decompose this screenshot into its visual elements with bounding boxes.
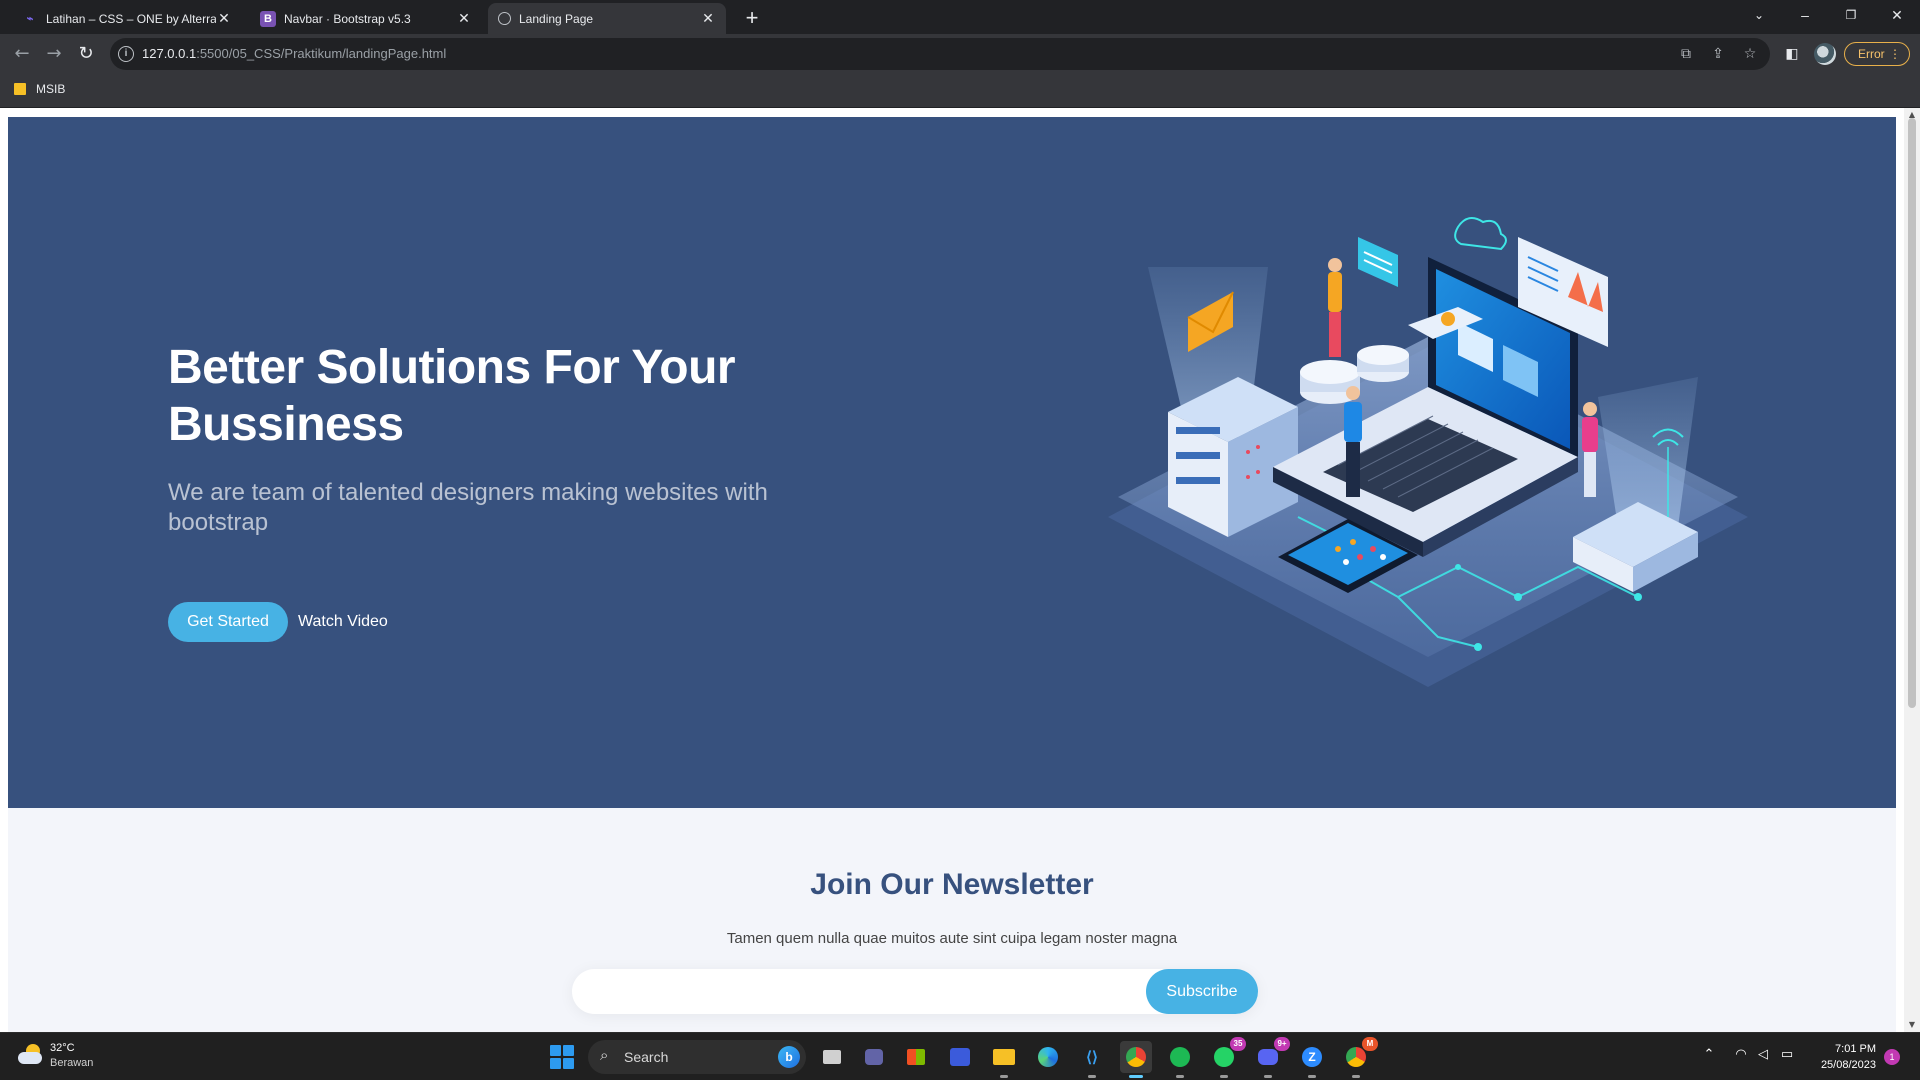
translate-icon[interactable]: ⧉ xyxy=(1676,44,1696,64)
chevron-up-icon[interactable]: ⌃ xyxy=(1700,1047,1718,1062)
newsletter-title: Join Our Newsletter xyxy=(810,868,1094,901)
tab-title: Latihan – CSS – ONE by Alterra Academy xyxy=(46,11,216,26)
url-path: :5500/05_CSS/Praktikum/landingPage.html xyxy=(196,46,447,61)
side-panel-icon[interactable]: ◧ xyxy=(1782,44,1802,64)
visual-studio-icon[interactable] xyxy=(944,1041,976,1073)
newsletter-email-input[interactable] xyxy=(588,975,1108,1008)
restore-button[interactable]: ❐ xyxy=(1828,0,1874,30)
task-view-icon[interactable] xyxy=(816,1041,848,1073)
tab-title: Landing Page xyxy=(519,11,594,26)
weather-desc: Berawan xyxy=(50,1057,94,1069)
newsletter-form: Subscribe xyxy=(572,969,1258,1014)
hero-subtitle: We are team of talented designers making… xyxy=(168,479,768,536)
get-started-button[interactable]: Get Started xyxy=(168,602,288,642)
reload-icon[interactable]: ↻ xyxy=(72,40,100,68)
spotify-icon[interactable] xyxy=(1164,1041,1196,1078)
newsletter-subtitle: Tamen quem nulla quae muitos aute sint c… xyxy=(726,930,1178,947)
tab-strip: ⌁ Latihan – CSS – ONE by Alterra Academy… xyxy=(0,0,1920,34)
battery-icon[interactable]: ▭ xyxy=(1778,1047,1796,1062)
alterra-icon: ⌁ xyxy=(26,13,34,25)
bookmark-msib[interactable]: MSIB xyxy=(14,82,65,96)
close-icon[interactable]: ✕ xyxy=(456,10,472,27)
cloudy-weather-icon xyxy=(16,1042,44,1070)
microsoft-store-icon[interactable] xyxy=(900,1041,932,1073)
notification-badge[interactable]: 1 xyxy=(1884,1049,1900,1065)
edge-icon[interactable] xyxy=(1032,1041,1064,1073)
search-label: Search xyxy=(624,1049,669,1065)
scroll-down-icon[interactable]: ▼ xyxy=(1904,1018,1920,1032)
chrome-profile-badge: M xyxy=(1362,1037,1378,1051)
chrome-icon[interactable] xyxy=(1120,1041,1152,1078)
taskbar-search[interactable]: ⌕ Search b xyxy=(588,1040,806,1074)
tab-search-icon[interactable]: ⌄ xyxy=(1736,0,1782,30)
file-explorer-icon[interactable] xyxy=(988,1041,1020,1078)
bing-icon[interactable]: b xyxy=(778,1046,800,1068)
hero-section: Better Solutions For Your Bussiness We a… xyxy=(8,117,1896,808)
scrollbar-thumb[interactable] xyxy=(1908,118,1916,708)
chrome-profile-icon[interactable]: M xyxy=(1340,1037,1378,1078)
url-text[interactable]: 127.0.0.1:5500/05_CSS/Praktikum/landingP… xyxy=(142,46,446,61)
close-window-button[interactable]: ✕ xyxy=(1874,0,1920,30)
weather-temp: 32°C xyxy=(50,1042,75,1054)
bookmarks-bar: MSIB xyxy=(0,74,1920,108)
newsletter-section: Join Our Newsletter Tamen quem nulla qua… xyxy=(8,808,1896,1032)
weather-widget[interactable]: 32°C Berawan xyxy=(16,1041,93,1071)
page-viewport: Better Solutions For Your Bussiness We a… xyxy=(0,108,1920,1032)
volume-icon[interactable]: ◁ xyxy=(1754,1047,1772,1062)
hero-illustration xyxy=(1108,217,1748,687)
more-icon: ⋮ xyxy=(1889,47,1901,61)
address-bar[interactable]: i 127.0.0.1:5500/05_CSS/Praktikum/landin… xyxy=(110,38,1770,70)
discord-badge: 9+ xyxy=(1274,1037,1290,1051)
vscode-icon[interactable]: ⟨⟩ xyxy=(1076,1041,1108,1078)
wifi-icon[interactable]: ◠ xyxy=(1732,1047,1750,1062)
bootstrap-icon: B xyxy=(260,10,276,27)
tab-landing-page[interactable]: Landing Page ✕ xyxy=(488,3,726,34)
tab-bootstrap[interactable]: B Navbar · Bootstrap v5.3 ✕ xyxy=(250,3,482,34)
minimize-button[interactable]: – xyxy=(1782,0,1828,30)
teams-chat-icon[interactable] xyxy=(858,1041,890,1073)
folder-icon xyxy=(14,83,26,95)
back-icon[interactable]: ← xyxy=(8,40,36,68)
whatsapp-badge: 35 xyxy=(1230,1037,1246,1051)
bookmark-star-icon[interactable]: ☆ xyxy=(1740,44,1760,64)
windows-start-icon[interactable] xyxy=(550,1045,574,1069)
forward-icon[interactable]: → xyxy=(40,40,68,68)
subscribe-button[interactable]: Subscribe xyxy=(1146,969,1258,1014)
tab-title: Navbar · Bootstrap v5.3 xyxy=(284,11,411,26)
watch-video-link[interactable]: Watch Video xyxy=(298,602,388,642)
windows-taskbar: 32°C Berawan ⌕ Search b ⟨⟩ 35 9+ Z M ⌃ ◠… xyxy=(0,1032,1920,1080)
close-icon[interactable]: ✕ xyxy=(700,10,716,27)
page-scrollbar[interactable]: ▲ ▼ xyxy=(1904,108,1920,1032)
clock-time: 7:01 PM xyxy=(1835,1043,1876,1055)
browser-toolbar: ← → ↻ i 127.0.0.1:5500/05_CSS/Praktikum/… xyxy=(0,34,1920,74)
bookmark-label: MSIB xyxy=(36,82,66,96)
whatsapp-icon[interactable]: 35 xyxy=(1208,1037,1246,1078)
globe-icon xyxy=(498,12,511,25)
clock-date: 25/08/2023 xyxy=(1820,1059,1876,1071)
zoom-icon[interactable]: Z xyxy=(1296,1041,1328,1078)
tab-alterra[interactable]: ⌁ Latihan – CSS – ONE by Alterra Academy… xyxy=(12,3,242,34)
site-info-icon[interactable]: i xyxy=(118,46,134,62)
new-tab-button[interactable]: + xyxy=(738,4,766,32)
url-host: 127.0.0.1 xyxy=(142,46,197,61)
error-button[interactable]: Error ⋮ xyxy=(1844,42,1910,66)
discord-icon[interactable]: 9+ xyxy=(1252,1037,1290,1078)
search-icon: ⌕ xyxy=(600,1047,609,1064)
system-clock[interactable]: 7:01 PM 25/08/2023 xyxy=(1806,1041,1876,1073)
share-icon[interactable]: ⇪ xyxy=(1708,44,1728,64)
error-label: Error xyxy=(1858,47,1885,61)
profile-avatar[interactable] xyxy=(1814,43,1836,65)
close-icon[interactable]: ✕ xyxy=(216,10,232,27)
hero-title: Better Solutions For Your Bussiness xyxy=(168,341,736,451)
